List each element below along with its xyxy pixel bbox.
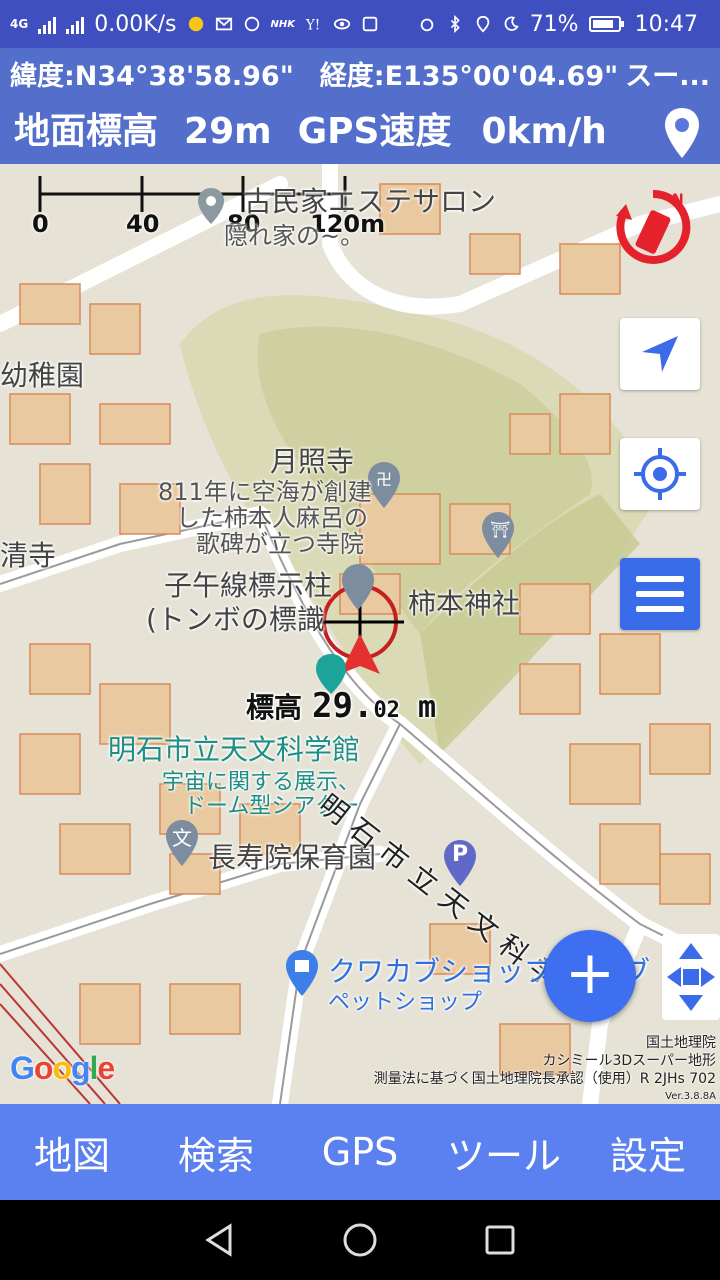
svg-text:N: N xyxy=(672,192,684,208)
elevation-label: 地面標高 xyxy=(14,111,159,152)
move-arrows-icon xyxy=(667,943,715,1011)
signal-icon xyxy=(38,14,57,34)
map-label-gesshoji-desc3: 歌碑が立つ寺院 xyxy=(196,530,364,558)
coordinates-overflow: スー... xyxy=(625,61,710,92)
moon-icon xyxy=(504,16,519,31)
pan-control-button[interactable] xyxy=(662,934,720,1020)
school-marker-letter: 文 xyxy=(172,826,192,850)
map-view[interactable]: 0 40 80 120m 卍 ⛩ 文 P 古民家エステサロン 隠れ家の~。 幼稚… xyxy=(0,164,720,1104)
map-label-minka: 古民家エステサロン xyxy=(244,185,497,218)
map-label-shrine: 柿本神社 xyxy=(408,587,521,620)
gps-speed-value: 0km/h xyxy=(481,111,607,152)
navigation-arrow-icon xyxy=(642,336,678,372)
readout-decimal: 02 xyxy=(373,698,400,723)
scale-tick-0: 0 xyxy=(32,210,49,238)
svg-text:卍: 卍 xyxy=(376,470,392,489)
attribution-line1: 国土地理院 xyxy=(646,1035,716,1051)
home-icon[interactable] xyxy=(342,1222,378,1258)
nav-search[interactable]: 検索 xyxy=(144,1104,288,1200)
readout-label: 標高 xyxy=(246,691,303,724)
bluetooth-icon xyxy=(450,15,460,33)
yahoo-icon: Y! xyxy=(305,17,320,33)
hamburger-menu-icon xyxy=(636,576,684,612)
shopping-marker-icon[interactable] xyxy=(284,948,320,998)
system-navigation-bar xyxy=(0,1200,720,1280)
menu-button[interactable] xyxy=(620,558,700,630)
attribution-line3: 測量法に基づく国土地理院長承認（使用）R 2JHs 702 xyxy=(373,1071,716,1087)
longitude-text: 経度:E135°00'04.69" xyxy=(319,61,619,92)
clock: 10:47 xyxy=(634,11,698,37)
mail-icon xyxy=(215,17,232,31)
elevation-value: 29m xyxy=(184,111,272,152)
signal-icon-2 xyxy=(66,14,85,34)
map-label-meridian-sub: (トンボの標識 xyxy=(146,603,325,636)
map-label-minka-sub: 隠れ家の~。 xyxy=(224,222,365,250)
nhk-icon: NHK xyxy=(270,18,296,30)
network-speed: 0.00K/s xyxy=(94,11,177,37)
add-button[interactable]: + xyxy=(544,930,636,1022)
location-icon xyxy=(476,15,489,33)
landmark-marker-icon[interactable] xyxy=(340,562,376,612)
compass-rotation-button[interactable]: N xyxy=(612,186,694,280)
status-bar: 4G 0.00K/s NHK Y! 71% 10:47 xyxy=(0,0,720,48)
map-label-museum: 明石市立天文科学館 xyxy=(108,733,361,766)
elevation-speed-line: 地面標高 29m GPS速度 0km/h xyxy=(14,102,633,154)
alarm-icon xyxy=(420,18,433,32)
gps-speed-label: GPS速度 xyxy=(297,111,452,152)
readout-integer: 29. xyxy=(312,686,374,726)
map-label-petshop-sub: ペットショップ xyxy=(328,990,483,1015)
poi-pin-icon[interactable] xyxy=(196,186,226,226)
eye-icon xyxy=(333,18,351,30)
navigate-button[interactable] xyxy=(620,318,700,390)
current-location-button[interactable] xyxy=(620,438,700,510)
battery-icon xyxy=(588,16,624,32)
back-icon[interactable] xyxy=(202,1222,238,1258)
parking-marker-letter: P xyxy=(452,842,469,867)
attribution-line2: カシミール3Dスーパー地形 xyxy=(542,1053,716,1069)
shrine-marker-icon[interactable]: ⛩ xyxy=(480,510,516,560)
map-attribution: 国土地理院 カシミール3Dスーパー地形 測量法に基づく国土地理院長承認（使用）R… xyxy=(374,1034,716,1104)
battery-percent: 71% xyxy=(529,11,579,37)
svg-text:⛩: ⛩ xyxy=(490,520,510,539)
latitude-text: 緯度:N34°38'58.96" xyxy=(10,61,294,92)
location-pin-icon[interactable] xyxy=(662,106,702,160)
network-type: 4G xyxy=(10,17,29,31)
school-marker[interactable]: 文 xyxy=(164,818,200,868)
coordinates: 緯度:N34°38'58.96" 経度:E135°00'04.69" xyxy=(10,54,618,93)
gps-target-icon xyxy=(634,448,686,500)
google-logo: Google xyxy=(10,1050,115,1086)
map-label-kindergarten: 幼稚園 xyxy=(0,359,85,392)
position-info-panel: 緯度:N34°38'58.96" 経度:E135°00'04.69" スー... … xyxy=(0,48,720,164)
nav-settings[interactable]: 設定 xyxy=(576,1104,720,1200)
app-notification-icon xyxy=(188,16,203,32)
sync-icon xyxy=(244,16,259,32)
app-version: Ver.3.8.8A xyxy=(665,1091,716,1102)
svg-text:Y!: Y! xyxy=(305,17,320,33)
nav-tools[interactable]: ツール xyxy=(432,1104,576,1200)
crosshair-elevation-readout: 標高 29.02 m xyxy=(246,686,436,726)
nfc-icon xyxy=(362,16,378,32)
recent-apps-icon[interactable] xyxy=(482,1222,518,1258)
readout-unit: m xyxy=(417,690,436,725)
nav-map[interactable]: 地図 xyxy=(0,1104,144,1200)
map-label-temple-left: 清寺 xyxy=(0,539,57,572)
bottom-navigation: 地図 検索 GPS ツール 設定 xyxy=(0,1104,720,1200)
nav-gps[interactable]: GPS xyxy=(288,1104,432,1200)
scale-tick-40: 40 xyxy=(126,210,160,238)
